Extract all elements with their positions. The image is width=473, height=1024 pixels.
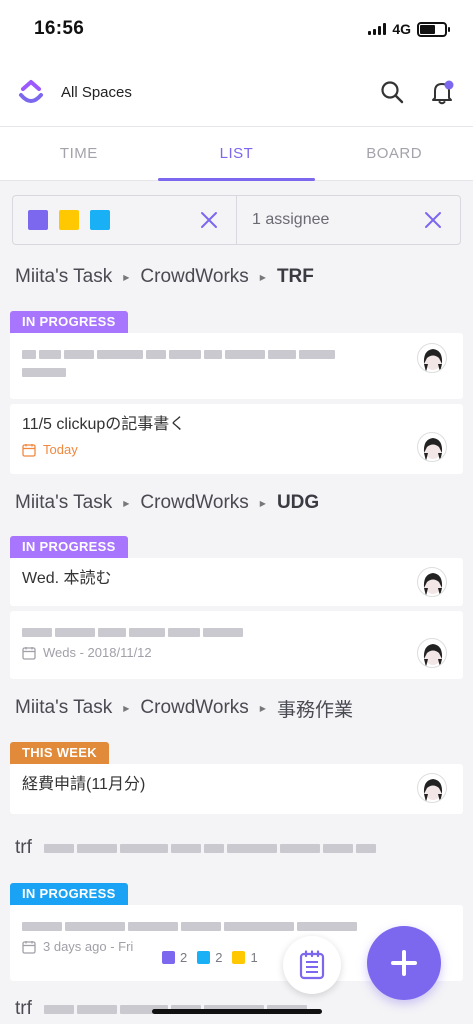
blue-status-swatch [90, 210, 110, 230]
redacted-task-title [22, 365, 451, 379]
spaces-selector[interactable]: All Spaces [61, 84, 355, 101]
status-badge: IN PROGRESS [10, 883, 128, 905]
due-date-label: Today [43, 442, 78, 457]
clickup-logo-icon[interactable] [16, 77, 46, 107]
breadcrumb-trf[interactable]: Miita's Task ▶ CrowdWorks ▶ TRF [0, 253, 473, 301]
task-card[interactable]: 経費申請(11月分) [10, 764, 463, 814]
signal-icon [368, 23, 387, 35]
breadcrumb-space: Miita's Task [15, 492, 113, 513]
purple-count: 2 [162, 950, 187, 965]
assignee-filter-label: 1 assignee [252, 211, 330, 228]
due-date-label: Weds - 2018/11/12 [43, 645, 152, 660]
breadcrumb-separator-icon: ▶ [123, 498, 130, 508]
breadcrumb-folder: CrowdWorks [140, 697, 249, 718]
task-due-date: Weds - 2018/11/12 [22, 645, 451, 660]
breadcrumb-separator-icon: ▶ [259, 272, 266, 282]
task-card[interactable]: 11/5 clickupの記事書く Today [10, 404, 463, 474]
calendar-icon [22, 940, 36, 954]
view-tabs: TIME LIST BOARD [0, 126, 473, 181]
notepad-icon [299, 950, 325, 980]
breadcrumb-trf-2[interactable]: trf [0, 819, 473, 877]
task-card[interactable]: Wed. 本読む [10, 558, 463, 606]
redacted-breadcrumb [43, 841, 376, 855]
purple-status-swatch [28, 210, 48, 230]
status-time: 16:56 [34, 18, 85, 39]
blue-count: 2 [197, 950, 222, 965]
assignee-avatar[interactable] [417, 343, 447, 373]
app-header: All Spaces [0, 58, 473, 126]
breadcrumb-space: Miita's Task [15, 266, 113, 287]
assignee-avatar[interactable] [417, 567, 447, 597]
network-label: 4G [392, 21, 411, 37]
filter-bar: 1 assignee [12, 195, 461, 245]
status-badge: IN PROGRESS [10, 536, 128, 558]
breadcrumb-list: 事務作業 [276, 699, 353, 721]
redacted-task-title [22, 347, 451, 361]
task-card[interactable] [10, 333, 463, 399]
tab-time[interactable]: TIME [0, 127, 158, 180]
redacted-task-title [22, 625, 451, 639]
breadcrumb-separator-icon: ▶ [123, 272, 130, 282]
notepad-button[interactable] [283, 936, 341, 994]
add-task-button[interactable] [367, 926, 441, 1000]
battery-icon [417, 21, 450, 37]
search-icon[interactable] [379, 79, 405, 105]
task-due-date: Today [22, 442, 451, 457]
status-badge: THIS WEEK [10, 742, 109, 764]
breadcrumb-space: Miita's Task [15, 697, 113, 718]
clear-assignee-filter-icon[interactable] [423, 210, 443, 230]
status-badge: IN PROGRESS [10, 311, 128, 333]
status-color-filter[interactable] [13, 196, 237, 244]
breadcrumb-admin[interactable]: Miita's Task ▶ CrowdWorks ▶ 事務作業 [0, 684, 473, 732]
assignee-filter[interactable]: 1 assignee [237, 196, 460, 244]
breadcrumb-separator-icon: ▶ [123, 703, 130, 713]
assignee-avatar[interactable] [417, 638, 447, 668]
breadcrumb-space: trf [15, 837, 32, 858]
status-bar: 16:56 4G [0, 0, 473, 58]
due-date-label: 3 days ago - Fri [43, 939, 134, 954]
status-counts: 2 2 1 [162, 950, 258, 965]
breadcrumb-separator-icon: ▶ [259, 498, 266, 508]
calendar-icon [22, 646, 36, 660]
breadcrumb-list: UDG [276, 492, 320, 513]
breadcrumb-folder: CrowdWorks [140, 266, 249, 287]
task-title: 経費申請(11月分) [22, 776, 146, 793]
calendar-icon [22, 443, 36, 457]
breadcrumb-folder: CrowdWorks [140, 492, 249, 513]
breadcrumb-space: trf [15, 998, 32, 1019]
tab-list[interactable]: LIST [157, 127, 316, 181]
task-title: Wed. 本読む [22, 570, 112, 587]
breadcrumb-udg[interactable]: Miita's Task ▶ CrowdWorks ▶ UDG [0, 479, 473, 527]
home-indicator[interactable] [152, 1009, 322, 1014]
yellow-status-swatch [59, 210, 79, 230]
clear-status-filter-icon[interactable] [199, 210, 219, 230]
breadcrumb-list: TRF [276, 266, 314, 287]
tab-board[interactable]: BOARD [315, 127, 473, 180]
task-title: 11/5 clickupの記事書く [22, 416, 186, 433]
plus-icon [391, 950, 417, 976]
assignee-avatar[interactable] [417, 432, 447, 462]
status-indicators: 4G [368, 21, 450, 37]
task-card[interactable]: Weds - 2018/11/12 [10, 611, 463, 679]
assignee-avatar[interactable] [417, 773, 447, 803]
yellow-count: 1 [232, 950, 258, 965]
breadcrumb-separator-icon: ▶ [259, 703, 266, 713]
notification-bell-icon[interactable] [429, 79, 455, 105]
